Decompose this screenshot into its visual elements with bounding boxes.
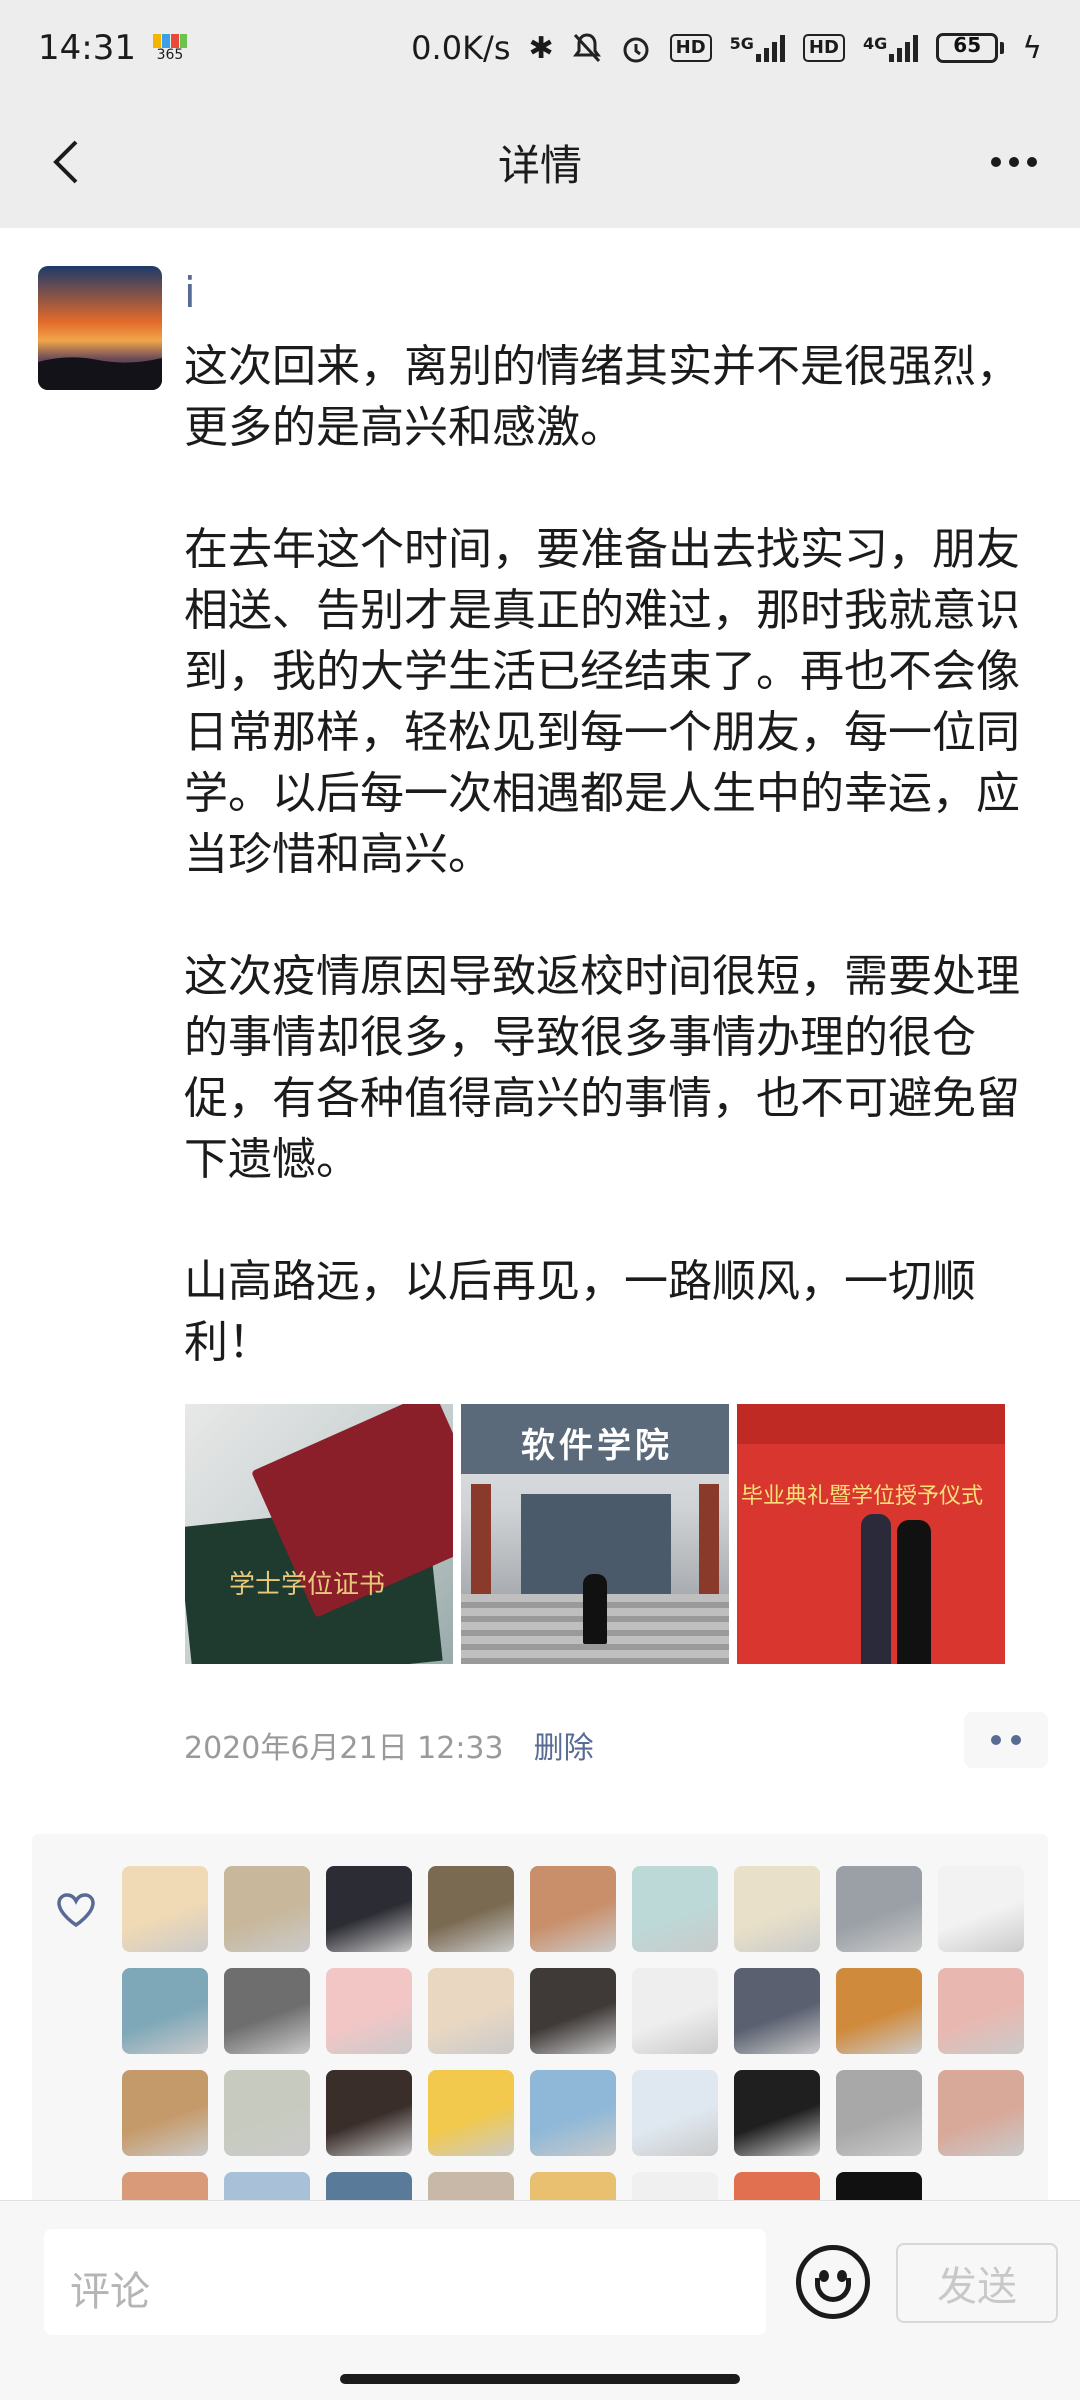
hd-badge-2: HD [802, 34, 845, 62]
back-button[interactable] [34, 130, 98, 194]
liker-avatar[interactable] [836, 1968, 922, 2054]
liker-avatar[interactable] [734, 2070, 820, 2156]
liker-avatar[interactable] [734, 1866, 820, 1952]
post-timestamp: 2020年6月21日 12:33 [184, 1731, 504, 1766]
author-avatar[interactable] [38, 266, 162, 390]
photo-grid: 学士学位证书 软件学院 毕业典礼暨学位授予仪式 [185, 1404, 1005, 1664]
liker-avatar[interactable] [632, 1968, 718, 2054]
like-comment-button[interactable] [964, 1712, 1048, 1768]
building-sign-text: 软件学院 [521, 1426, 673, 1466]
comment-input[interactable]: 评论 [44, 2229, 766, 2335]
liker-avatar[interactable] [428, 2070, 514, 2156]
liker-avatar[interactable] [938, 1866, 1024, 1952]
status-time: 14:31 [38, 28, 136, 68]
post-text: 这次回来，离别的情绪其实并不是很强烈，更多的是高兴和感激。 在去年这个时间，要准… [184, 341, 1020, 1368]
emoji-button[interactable] [796, 2245, 870, 2319]
liker-avatar[interactable] [734, 1968, 820, 2054]
battery-icon: 65 [936, 33, 1005, 63]
photo-ceremony[interactable]: 毕业典礼暨学位授予仪式 [737, 1404, 1005, 1664]
liker-avatar[interactable] [224, 1866, 310, 1952]
more-dots-icon [991, 1735, 1001, 1745]
chevron-left-icon [53, 140, 78, 184]
net-speed: 0.0K/s [411, 29, 511, 67]
more-button[interactable] [978, 130, 1050, 194]
more-icon [991, 157, 1001, 167]
app-badge-icon: 365 [152, 34, 188, 62]
liker-avatar[interactable] [224, 2070, 310, 2156]
heart-icon [57, 1893, 95, 1928]
liker-avatar[interactable] [122, 1866, 208, 1952]
liker-avatar[interactable] [836, 1866, 922, 1952]
liker-avatar[interactable] [428, 1866, 514, 1952]
liker-avatar[interactable] [938, 1968, 1024, 2054]
liker-avatar[interactable] [326, 1866, 412, 1952]
bluetooth-icon: ✱ [528, 30, 554, 66]
liker-avatar[interactable] [938, 2070, 1024, 2156]
post-meta: 2020年6月21日 12:33 删除 [184, 1723, 594, 1767]
liker-avatar[interactable] [632, 2070, 718, 2156]
liker-avatar[interactable] [836, 2070, 922, 2156]
send-button[interactable]: 发送 [896, 2243, 1058, 2323]
signal-5g-icon: 5G [730, 34, 785, 62]
diploma-text: 学士学位证书 [229, 1570, 386, 1600]
liker-avatar[interactable] [530, 1866, 616, 1952]
liker-avatar[interactable] [122, 2070, 208, 2156]
charging-icon: ϟ [1022, 30, 1042, 66]
photo-building[interactable]: 软件学院 [461, 1404, 729, 1664]
liker-avatar[interactable] [326, 1968, 412, 2054]
signal-4g-icon: 4G [863, 34, 919, 62]
ceremony-banner-text: 毕业典礼暨学位授予仪式 [741, 1484, 984, 1509]
liker-avatar[interactable] [224, 1968, 310, 2054]
liker-avatar[interactable] [326, 2070, 412, 2156]
author-name[interactable]: i [184, 268, 196, 317]
liker-avatar[interactable] [122, 1968, 208, 2054]
hd-badge: HD [669, 34, 712, 62]
bell-off-icon [572, 33, 601, 63]
photo-diploma[interactable]: 学士学位证书 [185, 1404, 453, 1664]
liker-avatar[interactable] [530, 2070, 616, 2156]
liker-avatar[interactable] [530, 1968, 616, 2054]
delete-link[interactable]: 删除 [534, 1723, 594, 1767]
status-bar: 14:31 365 0.0K/s ✱ HD 5G HD 4G 65 ϟ [0, 0, 1080, 96]
home-indicator[interactable] [340, 2374, 740, 2384]
liker-avatar[interactable] [632, 1866, 718, 1952]
nav-bar: 详情 [0, 96, 1080, 228]
page-title: 详情 [497, 140, 582, 190]
alarm-icon [623, 37, 649, 63]
comment-bar: 评论 发送 [0, 2200, 1080, 2400]
liker-avatar[interactable] [428, 1968, 514, 2054]
